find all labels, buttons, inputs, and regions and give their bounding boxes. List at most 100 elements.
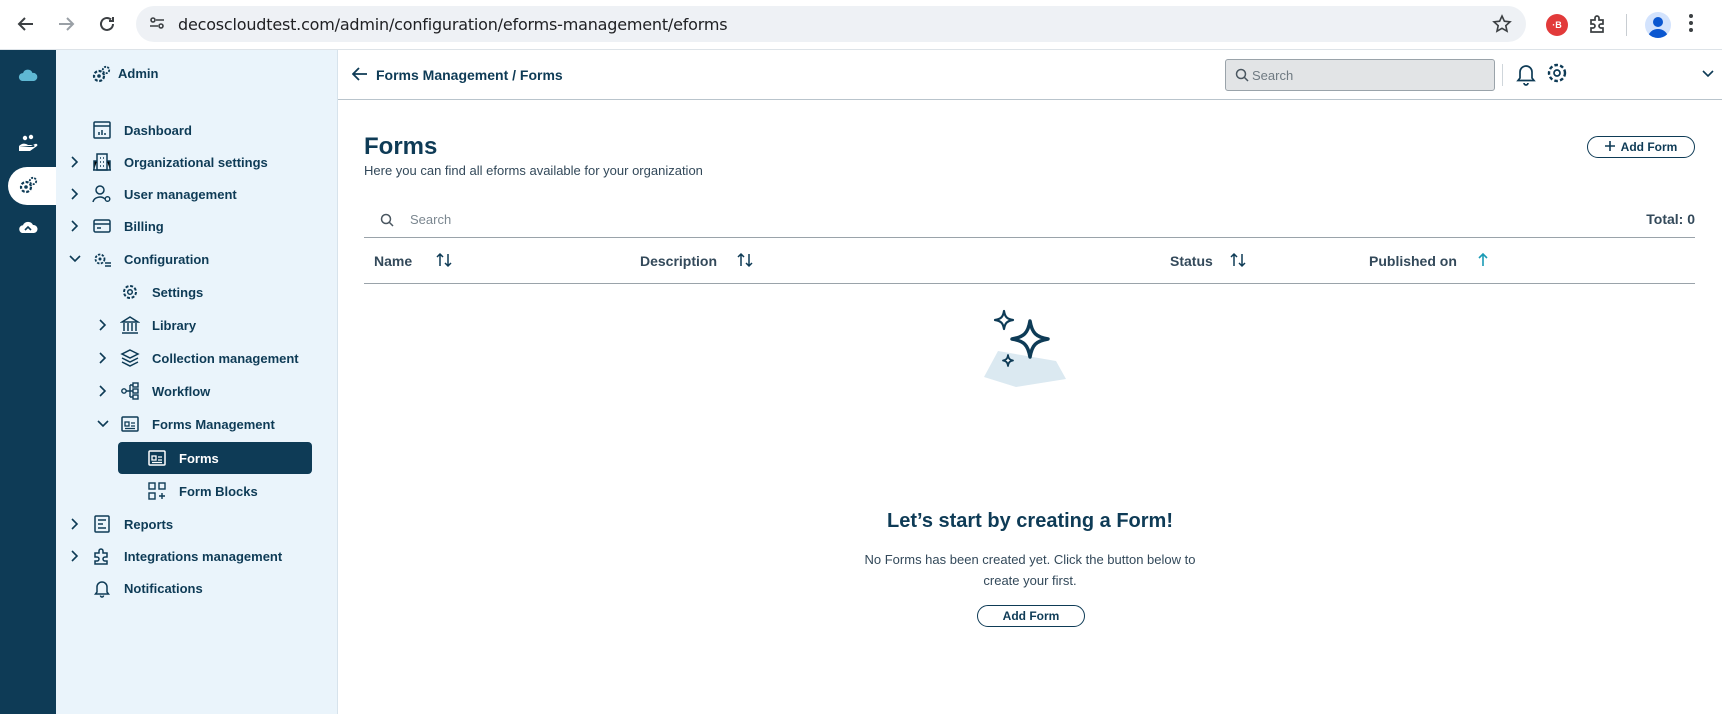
url-text[interactable]: decoscloudtest.com/admin/configuration/e… [178, 15, 728, 34]
chevron-down-icon[interactable] [96, 417, 110, 431]
main-content: Forms Here you can find all eforms avail… [338, 100, 1722, 714]
sidebar-item-collection-management[interactable]: Collection management [56, 343, 338, 373]
sidebar-item-label: Billing [124, 218, 164, 234]
chevron-right-icon[interactable] [68, 155, 82, 169]
sidebar-item-label: Notifications [124, 580, 203, 596]
column-header-description[interactable]: Description [640, 253, 717, 269]
column-header-name[interactable]: Name [374, 253, 412, 269]
sidebar-item-label: Dashboard [124, 122, 192, 138]
sidebar-item-user-management[interactable]: User management [56, 179, 338, 209]
sidebar-item-workflow[interactable]: Workflow [56, 376, 338, 406]
sidebar-item-form-blocks[interactable]: Form Blocks [56, 476, 338, 506]
workflow-nodes-icon [119, 380, 141, 402]
user-gear-icon [91, 183, 113, 205]
profile-avatar-icon[interactable] [1645, 12, 1671, 38]
sort-ascending-icon[interactable] [1478, 252, 1488, 273]
admin-gears-icon[interactable] [14, 172, 42, 200]
sidebar-item-label: Forms Management [152, 416, 275, 432]
sidebar-item-label: Form Blocks [179, 483, 258, 499]
notifications-bell-icon[interactable] [1515, 62, 1537, 91]
empty-state-title: Let’s start by creating a Form! [887, 510, 1173, 532]
sidebar-item-forms-management[interactable]: Forms Management [56, 409, 338, 439]
extensions-puzzle-icon[interactable] [1586, 12, 1610, 41]
bookmark-star-icon[interactable] [1492, 14, 1512, 39]
table-search-placeholder: Search [410, 212, 452, 227]
header-divider [1502, 64, 1503, 86]
sidebar-item-label: User management [124, 186, 237, 202]
sidebar-item-billing[interactable]: Billing [56, 211, 338, 241]
chevron-right-icon[interactable] [68, 517, 82, 531]
add-form-label: Add Form [1620, 140, 1678, 154]
sidebar-item-library[interactable]: Library [56, 310, 338, 340]
cloud-sync-icon[interactable] [14, 214, 42, 242]
hand-coins-icon[interactable] [14, 130, 42, 158]
back-arrow-icon[interactable] [351, 67, 368, 86]
sidebar-item-notifications[interactable]: Notifications [56, 573, 338, 603]
table-search-input[interactable]: Search Total: 0 [364, 202, 1695, 238]
empty-state-add-form-button[interactable]: Add Form [977, 605, 1085, 627]
site-settings-icon[interactable] [148, 14, 166, 37]
building-icon [91, 151, 113, 173]
settings-gear-icon[interactable] [1545, 61, 1569, 90]
plus-icon [1604, 140, 1615, 154]
sidebar-item-organizational-settings[interactable]: Organizational settings [56, 147, 338, 177]
extension-badge-icon[interactable]: ·B [1546, 14, 1568, 36]
form-blocks-icon [146, 480, 168, 502]
puzzle-icon [91, 545, 113, 567]
chevron-right-icon[interactable] [68, 219, 82, 233]
total-count: Total: 0 [1646, 211, 1695, 227]
sort-icon[interactable] [1230, 252, 1246, 273]
search-icon [1235, 68, 1249, 87]
sidebar-item-dashboard[interactable]: Dashboard [56, 115, 338, 145]
chevron-down-icon[interactable] [68, 252, 82, 266]
sidebar-item-label: Library [152, 317, 197, 333]
chevron-right-icon[interactable] [68, 549, 82, 563]
sidebar-title: Admin [118, 66, 159, 81]
layers-icon [119, 347, 141, 369]
sidebar-item-reports[interactable]: Reports [56, 509, 338, 539]
admin-gears-icon [90, 64, 112, 91]
dashboard-icon [91, 119, 113, 141]
column-header-published-on[interactable]: Published on [1369, 253, 1457, 269]
sidebar-item-label: Reports [124, 516, 174, 532]
sidebar-item-forms[interactable]: Forms [118, 442, 312, 474]
toolbar-divider [1626, 14, 1627, 36]
page-header: Forms Management / Forms Search [338, 50, 1722, 100]
config-gears-icon [91, 248, 113, 270]
sidebar-item-label: Forms [179, 450, 219, 466]
table-header: Name Description Status Published on [364, 239, 1695, 284]
sidebar-header: Admin [56, 50, 338, 100]
chevron-right-icon[interactable] [68, 187, 82, 201]
address-bar[interactable]: decoscloudtest.com/admin/configuration/e… [136, 6, 1526, 42]
forward-arrow-icon[interactable] [52, 10, 80, 38]
chevron-right-icon[interactable] [96, 318, 110, 332]
empty-state-message: No Forms has been created yet. Click the… [864, 552, 1196, 588]
app-rail [0, 50, 56, 714]
column-header-status[interactable]: Status [1170, 253, 1213, 269]
chevron-down-icon[interactable] [1702, 65, 1714, 83]
credit-card-icon [91, 215, 113, 237]
browser-menu-icon[interactable] [1688, 12, 1694, 39]
settings-gear-icon [119, 281, 141, 303]
sparkles-illustration-icon [980, 299, 1080, 394]
global-search-input[interactable]: Search [1225, 59, 1495, 91]
sort-icon[interactable] [436, 252, 452, 273]
sort-icon[interactable] [737, 252, 753, 273]
sidebar-item-settings[interactable]: Settings [56, 277, 338, 307]
search-placeholder: Search [1252, 68, 1294, 83]
sidebar-item-label: Integrations management [124, 548, 283, 564]
sidebar-item-integrations-management[interactable]: Integrations management [56, 541, 338, 571]
chevron-right-icon[interactable] [96, 384, 110, 398]
browser-toolbar: decoscloudtest.com/admin/configuration/e… [0, 0, 1722, 50]
cloud-logo-icon[interactable] [14, 62, 42, 90]
page-title: Forms [364, 133, 438, 160]
chevron-right-icon[interactable] [96, 351, 110, 365]
sidebar-item-configuration[interactable]: Configuration [56, 244, 338, 274]
sidebar-item-label: Workflow [152, 383, 211, 399]
back-arrow-icon[interactable] [12, 10, 40, 38]
search-icon [380, 213, 394, 232]
add-form-button[interactable]: Add Form [1587, 136, 1695, 158]
reload-icon[interactable] [93, 10, 121, 38]
breadcrumb: Forms Management / Forms [376, 67, 563, 83]
sidebar-item-label: Settings [152, 284, 204, 300]
